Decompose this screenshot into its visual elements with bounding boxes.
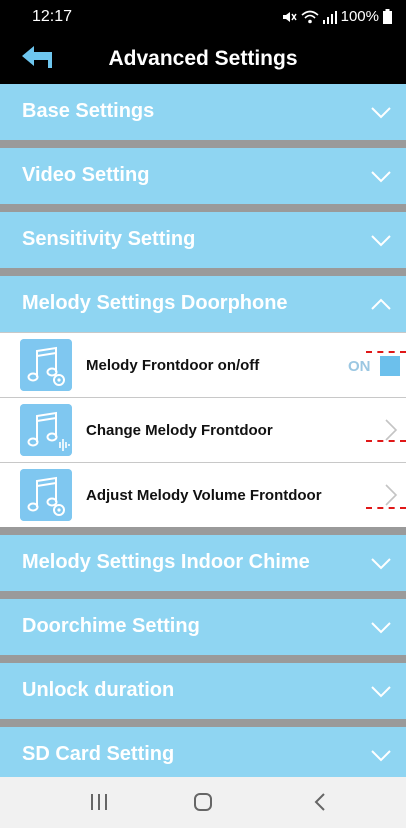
wifi-icon bbox=[301, 10, 319, 23]
annotation-dash bbox=[366, 440, 406, 442]
battery-text: 100% bbox=[340, 8, 379, 25]
melody-toggle[interactable]: ON bbox=[342, 356, 400, 376]
section-sensitivity-setting[interactable]: Sensitivity Setting bbox=[0, 212, 406, 268]
chevron-right-icon bbox=[385, 484, 398, 506]
chevron-down-icon bbox=[371, 558, 391, 570]
section-sd-card-setting[interactable]: SD Card Setting bbox=[0, 727, 406, 783]
chevron-right-icon bbox=[385, 419, 398, 441]
divider bbox=[0, 268, 406, 276]
music-note-sound-icon bbox=[20, 404, 72, 456]
chevron-up-icon bbox=[371, 298, 391, 310]
item-label: Adjust Melody Volume Frontdoor bbox=[86, 487, 322, 504]
chevron-down-icon bbox=[371, 686, 391, 698]
chevron-down-icon bbox=[371, 171, 391, 183]
mute-icon bbox=[282, 11, 297, 22]
section-unlock-duration[interactable]: Unlock duration bbox=[0, 663, 406, 719]
divider bbox=[0, 204, 406, 212]
toggle-knob bbox=[380, 356, 400, 376]
section-melody-doorphone[interactable]: Melody Settings Doorphone bbox=[0, 276, 406, 332]
home-icon[interactable] bbox=[192, 791, 214, 813]
section-video-setting[interactable]: Video Setting bbox=[0, 148, 406, 204]
divider bbox=[0, 591, 406, 599]
music-note-gear-icon bbox=[20, 339, 72, 391]
chevron-down-icon bbox=[371, 107, 391, 119]
section-melody-indoor-chime[interactable]: Melody Settings Indoor Chime bbox=[0, 535, 406, 591]
signal-icon bbox=[322, 10, 337, 24]
divider bbox=[0, 719, 406, 727]
list-item-change-melody[interactable]: Change Melody Frontdoor bbox=[0, 398, 406, 462]
section-label: Sensitivity Setting bbox=[22, 228, 196, 250]
back-icon[interactable] bbox=[310, 791, 330, 813]
chevron-down-icon bbox=[371, 235, 391, 247]
divider bbox=[0, 655, 406, 663]
section-label: Melody Settings Indoor Chime bbox=[22, 551, 310, 573]
status-time: 12:17 bbox=[32, 8, 73, 25]
section-label: Unlock duration bbox=[22, 679, 175, 701]
list-item-melody-onoff[interactable]: Melody Frontdoor on/off ON bbox=[0, 333, 406, 397]
section-label: SD Card Setting bbox=[22, 743, 175, 765]
item-label: Change Melody Frontdoor bbox=[86, 422, 273, 439]
divider bbox=[0, 527, 406, 535]
recents-icon[interactable] bbox=[89, 791, 109, 813]
section-base-settings[interactable]: Base Settings bbox=[0, 84, 406, 140]
section-label: Video Setting bbox=[22, 164, 150, 186]
status-bar: 12:17 100% bbox=[0, 0, 406, 32]
chevron-down-icon bbox=[371, 750, 391, 762]
section-label: Base Settings bbox=[22, 100, 155, 122]
app-bar: Advanced Settings bbox=[0, 32, 406, 84]
divider bbox=[0, 140, 406, 148]
chevron-down-icon bbox=[371, 622, 391, 634]
list-item-melody-volume[interactable]: Adjust Melody Volume Frontdoor bbox=[0, 463, 406, 527]
annotation-dash bbox=[366, 351, 406, 353]
section-doorchime-setting[interactable]: Doorchime Setting bbox=[0, 599, 406, 655]
page-title: Advanced Settings bbox=[108, 47, 298, 70]
annotation-dash bbox=[366, 507, 406, 509]
system-nav-bar bbox=[0, 777, 406, 828]
music-note-gear-icon bbox=[20, 469, 72, 521]
item-label: Melody Frontdoor on/off bbox=[86, 357, 260, 374]
battery-icon bbox=[383, 9, 392, 24]
status-icons: 100% bbox=[281, 8, 392, 25]
section-label: Doorchime Setting bbox=[22, 615, 200, 637]
toggle-text: ON bbox=[348, 358, 371, 375]
section-label: Melody Settings Doorphone bbox=[22, 292, 288, 314]
